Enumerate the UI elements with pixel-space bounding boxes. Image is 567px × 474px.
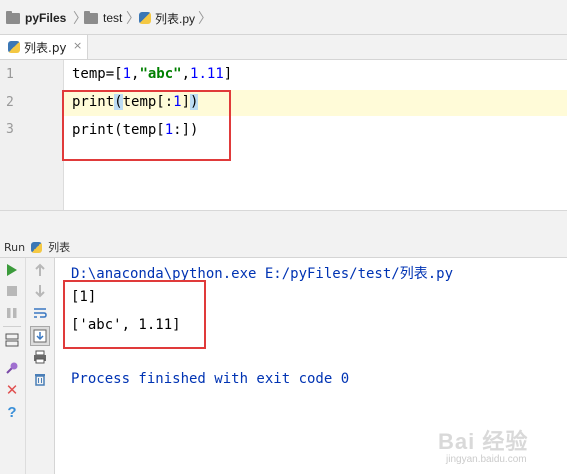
- navigation-bar: pyFiles 〉 test 〉 列表.py 〉: [0, 0, 567, 35]
- close-icon[interactable]: ×: [73, 39, 82, 52]
- trash-icon[interactable]: [32, 371, 48, 387]
- breadcrumb-label: 列表.py: [155, 11, 196, 26]
- soft-wrap-icon[interactable]: [32, 305, 48, 321]
- run-panel-header: Run 列表: [0, 237, 567, 258]
- toolbar-divider: [3, 326, 21, 327]
- code-line-1[interactable]: temp=[1,"abc",1.11]: [72, 66, 232, 82]
- breadcrumb-label: test: [103, 11, 123, 25]
- breadcrumb-label: pyFiles: [25, 11, 67, 25]
- code-token-number: 1.11: [190, 66, 224, 82]
- tab-file[interactable]: 列表.py ×: [0, 35, 88, 59]
- breadcrumb-item-file[interactable]: 列表.py: [139, 9, 195, 27]
- run-icon[interactable]: [4, 262, 20, 278]
- down-arrow-icon[interactable]: [32, 283, 48, 299]
- line-number: 3: [6, 122, 14, 137]
- code-token: temp=[: [72, 66, 123, 82]
- python-file-icon: [139, 12, 151, 24]
- up-arrow-icon[interactable]: [32, 262, 48, 278]
- line-number: 1: [6, 67, 14, 82]
- code-token-string: "abc": [139, 66, 182, 82]
- console-exit-message: Process finished with exit code 0: [71, 371, 350, 387]
- baidu-watermark: Bai 经验 jingyan.baidu.com: [438, 420, 563, 472]
- annotation-highlight-box: [62, 90, 231, 161]
- python-file-icon: [31, 241, 43, 253]
- code-token-number: 1: [122, 66, 132, 82]
- run-panel-label: Run: [4, 240, 26, 254]
- line-number: 2: [6, 95, 14, 110]
- print-icon[interactable]: [32, 349, 48, 365]
- panel-splitter[interactable]: [0, 210, 567, 239]
- pin-icon[interactable]: [4, 360, 20, 376]
- code-token: ,: [181, 66, 191, 82]
- folder-icon: [6, 10, 20, 24]
- folder-icon: [84, 10, 98, 24]
- run-config-name[interactable]: 列表: [48, 239, 70, 255]
- breadcrumb-item-pyfiles[interactable]: pyFiles: [6, 9, 66, 27]
- scroll-to-end-icon[interactable]: [30, 326, 50, 346]
- line-number-gutter: 1 2 3: [0, 60, 64, 210]
- code-editor[interactable]: 1 2 3 temp=[1,"abc",1.11] print(temp[:1]…: [0, 60, 567, 210]
- breadcrumb-item-test[interactable]: test: [84, 9, 122, 27]
- run-toolbar-primary: ✕ ?: [0, 258, 26, 474]
- layout-icon[interactable]: [4, 332, 20, 348]
- python-file-icon: [8, 41, 20, 53]
- editor-tab-bar: 列表.py ×: [0, 35, 567, 60]
- close-icon[interactable]: ✕: [4, 381, 20, 399]
- tab-label: 列表.py: [24, 40, 67, 55]
- stop-icon[interactable]: [4, 283, 20, 299]
- code-token: ]: [223, 66, 233, 82]
- run-toolbar-secondary: [26, 258, 55, 474]
- watermark-url: jingyan.baidu.com: [446, 454, 527, 465]
- chevron-right-icon: 〉: [126, 11, 140, 27]
- chevron-right-icon: 〉: [198, 11, 212, 27]
- help-icon[interactable]: ?: [4, 404, 20, 421]
- pause-icon[interactable]: [4, 305, 20, 321]
- watermark-logo-text: Bai 经验: [438, 429, 529, 454]
- annotation-highlight-box: [63, 280, 206, 349]
